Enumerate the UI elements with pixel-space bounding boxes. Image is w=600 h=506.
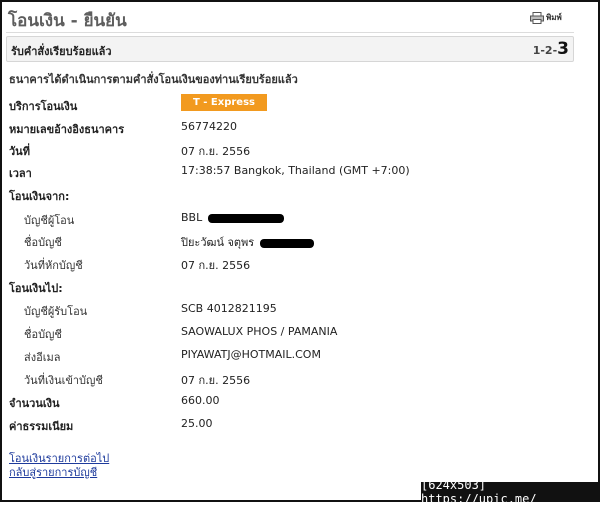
row-to-name: ชื่อบัญชี SAOWALUX PHOS / PAMANIA (2, 322, 598, 342)
row-to-email: ส่งอีเมล PIYAWATJ@HOTMAIL.COM (2, 345, 598, 365)
row-from-name: ชื่อบัญชี ปิยะวัฒน์ จตุพร (2, 230, 598, 250)
reference-label: หมายเลขอ้างอิงธนาคาร (9, 123, 125, 136)
to-name-label: ชื่อบัญชี (24, 328, 62, 341)
from-debit-date-label: วันที่หักบัญชี (24, 259, 83, 272)
to-email-label: ส่งอีเมล (24, 351, 61, 364)
page-title: โอนเงิน - ยืนยัน (8, 11, 127, 31)
header-divider (6, 32, 574, 33)
to-account-value: SCB 4012821195 (181, 302, 277, 315)
row-reference: หมายเลขอ้างอิงธนาคาร 56774220 (2, 117, 598, 137)
row-from-account: บัญชีผู้โอน BBL (2, 208, 598, 228)
to-credit-date-value: 07 ก.ย. 2556 (181, 374, 251, 387)
time-value: 17:38:57 Bangkok, Thailand (GMT +7:00) (181, 164, 410, 177)
to-email-value: PIYAWATJ@HOTMAIL.COM (181, 348, 321, 361)
to-heading: โอนเงินไป: (9, 282, 63, 295)
from-heading: โอนเงินจาก: (9, 190, 70, 203)
step-2: 2 (544, 44, 553, 57)
service-label: บริการโอนเงิน (9, 100, 78, 113)
fee-label: ค่าธรรมเนียม (9, 420, 74, 433)
row-fee: ค่าธรรมเนียม 25.00 (2, 414, 598, 434)
row-amount: จำนวนเงิน 660.00 (2, 391, 598, 411)
row-to-credit-date: วันที่เงินเข้าบัญชี 07 ก.ย. 2556 (2, 368, 598, 388)
from-account-label: บัญชีผู้โอน (24, 214, 75, 227)
to-name-value: SAOWALUX PHOS / PAMANIA (181, 325, 338, 338)
transfer-confirmation-panel: โอนเงิน - ยืนยัน พิมพ์ รับคำสั่งเรียบร้อ… (0, 0, 600, 502)
date-label: วันที่ (9, 145, 30, 158)
row-to-heading: โอนเงินไป: (2, 276, 598, 296)
to-account-label: บัญชีผู้รับโอน (24, 305, 88, 318)
from-debit-date-value: 07 ก.ย. 2556 (181, 259, 251, 272)
service-badge: T - Express (181, 94, 267, 111)
redaction-mark (208, 213, 285, 223)
image-host-watermark: [624x503] https://upic.me/ (421, 478, 600, 506)
amount-label: จำนวนเงิน (9, 397, 60, 410)
row-service: บริการโอนเงิน T - Express (2, 94, 598, 114)
row-date: วันที่ 07 ก.ย. 2556 (2, 139, 598, 159)
back-to-accounts-link[interactable]: กลับสู่รายการบัญชี (9, 466, 109, 480)
date-value: 07 ก.ย. 2556 (181, 145, 251, 158)
row-to-account: บัญชีผู้รับโอน SCB 4012821195 (2, 299, 598, 319)
redaction-mark (260, 238, 315, 248)
fee-value: 25.00 (181, 417, 213, 430)
next-transfer-link[interactable]: โอนเงินรายการต่อไป (9, 452, 109, 466)
amount-value: 660.00 (181, 394, 220, 407)
from-name-value: ปิยะวัฒน์ จตุพร (181, 236, 255, 249)
action-links: โอนเงินรายการต่อไป กลับสู่รายการบัญชี (9, 452, 109, 480)
step-3-current: 3 (557, 39, 569, 59)
printer-icon (530, 11, 544, 24)
from-account-value: BBL (181, 211, 203, 224)
step-indicator: 1-2-3 (533, 39, 569, 59)
confirmation-message: ธนาคารได้ดำเนินการตามคำสั่งโอนเงินของท่า… (9, 73, 298, 86)
print-label: พิมพ์ (546, 13, 562, 22)
row-time: เวลา 17:38:57 Bangkok, Thailand (GMT +7:… (2, 161, 598, 181)
row-from-debit-date: วันที่หักบัญชี 07 ก.ย. 2556 (2, 253, 598, 273)
status-text: รับคำสั่งเรียบร้อยแล้ว (11, 45, 112, 58)
from-account-value-wrap: BBL (181, 211, 285, 224)
reference-value: 56774220 (181, 120, 237, 133)
to-credit-date-label: วันที่เงินเข้าบัญชี (24, 374, 103, 387)
status-bar: รับคำสั่งเรียบร้อยแล้ว 1-2-3 (6, 36, 574, 62)
print-button[interactable]: พิมพ์ (530, 11, 562, 24)
from-name-label: ชื่อบัญชี (24, 236, 62, 249)
row-from-heading: โอนเงินจาก: (2, 184, 598, 204)
time-label: เวลา (9, 167, 32, 180)
from-name-value-wrap: ปิยะวัฒน์ จตุพร (181, 233, 315, 251)
